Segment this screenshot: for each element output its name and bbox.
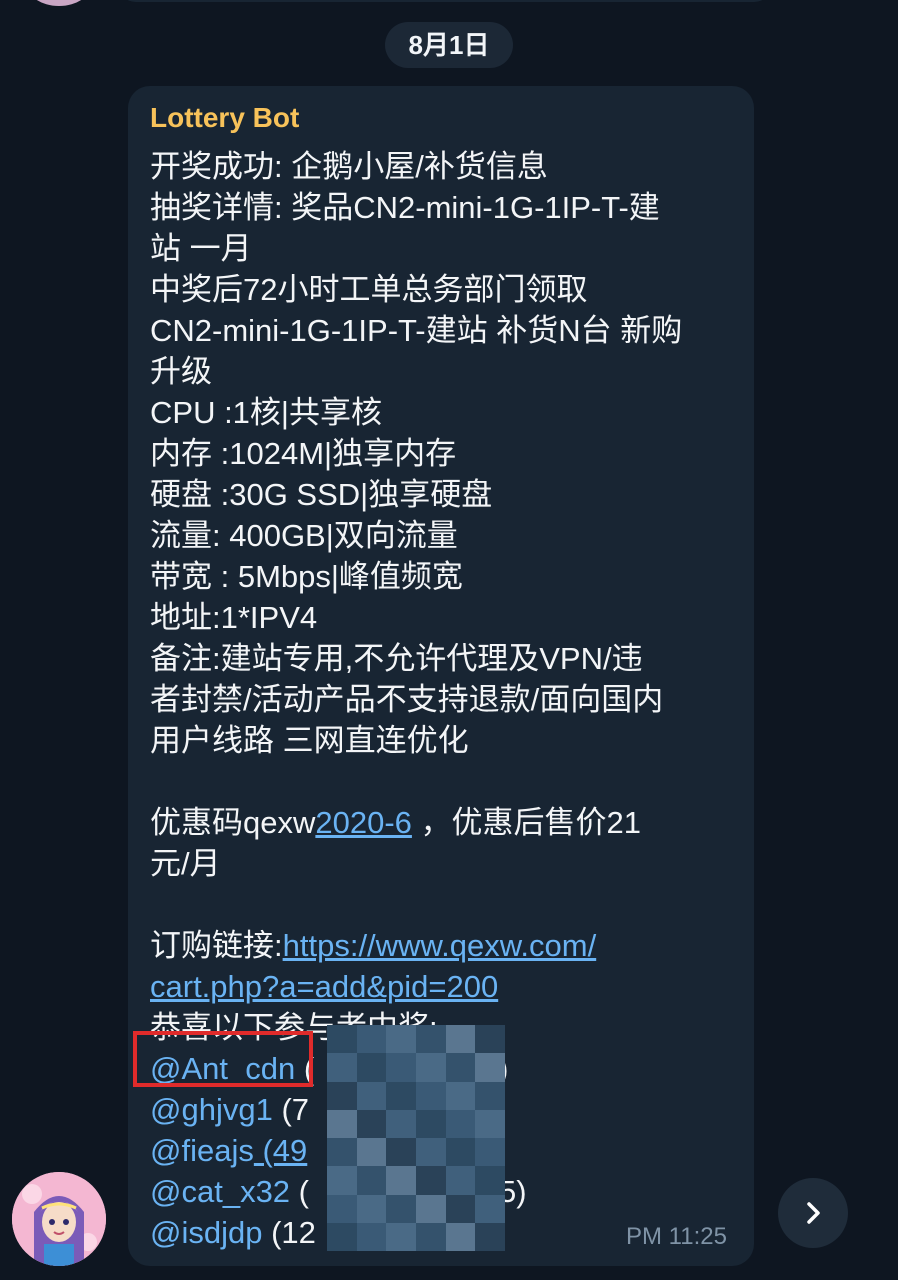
winner-id-open: (7: [272, 1092, 310, 1127]
message-line: 内存 :1024M|独享内存: [150, 436, 457, 471]
order-url-link[interactable]: https://www.qexw.com/: [283, 928, 597, 963]
message-line: 流量: 400GB|双向流量: [150, 518, 458, 553]
pixelated-redaction: [327, 1025, 505, 1251]
highlight-box: [133, 1031, 313, 1087]
promo-price-line: 元/月: [150, 846, 221, 881]
promo-line: 优惠码qexw2020-6 ，优惠后售价21: [150, 802, 750, 843]
message-line: 用户线路 三网直连优化: [150, 723, 469, 758]
winner-mention-link[interactable]: @ghjvg1: [150, 1092, 273, 1127]
scroll-down-button[interactable]: [778, 1178, 848, 1248]
user-avatar[interactable]: [12, 1172, 106, 1266]
message-time: PM 11:25: [626, 1223, 727, 1250]
order-url-line: cart.php?a=add&pid=200: [150, 966, 750, 1007]
winner-id-open: (: [290, 1174, 309, 1209]
previous-avatar-edge: [26, 0, 92, 6]
message-line: 站 一月: [150, 231, 252, 266]
message-line: 硬盘 :30G SSD|独享硬盘: [150, 477, 493, 512]
winner-mention-link[interactable]: @isdjdp: [150, 1215, 262, 1250]
order-url-link-continued[interactable]: cart.php?a=add&pid=200: [150, 969, 498, 1004]
previous-message-edge: [118, 0, 772, 2]
avatar-illustration: [12, 1172, 106, 1266]
message-line: 抽奖详情: 奖品CN2-mini-1G-1IP-T-建: [150, 190, 660, 225]
message-line: 者封禁/活动产品不支持退款/面向国内: [150, 682, 664, 717]
promo-code-link[interactable]: 2020-6: [315, 805, 412, 840]
order-label: 订购链接:: [150, 928, 283, 963]
message-line: 带宽 : 5Mbps|峰值频宽: [150, 559, 463, 594]
message-line: CN2-mini-1G-1IP-T-建站 补货N台 新购: [150, 313, 683, 348]
date-chip: 8月1日: [385, 22, 513, 68]
message-line: 地址:1*IPV4: [150, 600, 318, 635]
winner-mention-link[interactable]: @fieajs: [150, 1133, 254, 1168]
message-line: 备注:建站专用,不允许代理及VPN/违: [150, 641, 643, 676]
promo-prefix: 优惠码qexw: [150, 805, 316, 840]
winner-mention-link[interactable]: @cat_x32: [150, 1174, 290, 1209]
order-line: 订购链接:https://www.qexw.com/: [150, 925, 750, 966]
winner-id-open: (12: [262, 1215, 316, 1250]
promo-suffix: ，优惠后售价21: [411, 805, 641, 840]
message-line: 升级: [150, 354, 212, 389]
message-line: 中奖后72小时工单总务部门领取: [150, 272, 588, 307]
chevron-right-icon: [807, 1202, 820, 1224]
sender-name[interactable]: Lottery Bot: [150, 100, 299, 136]
message-line: 开奖成功: 企鹅小屋/补货信息: [150, 149, 548, 184]
winner-id-open: (49: [253, 1133, 308, 1168]
message-line: CPU :1核|共享核: [150, 395, 382, 430]
